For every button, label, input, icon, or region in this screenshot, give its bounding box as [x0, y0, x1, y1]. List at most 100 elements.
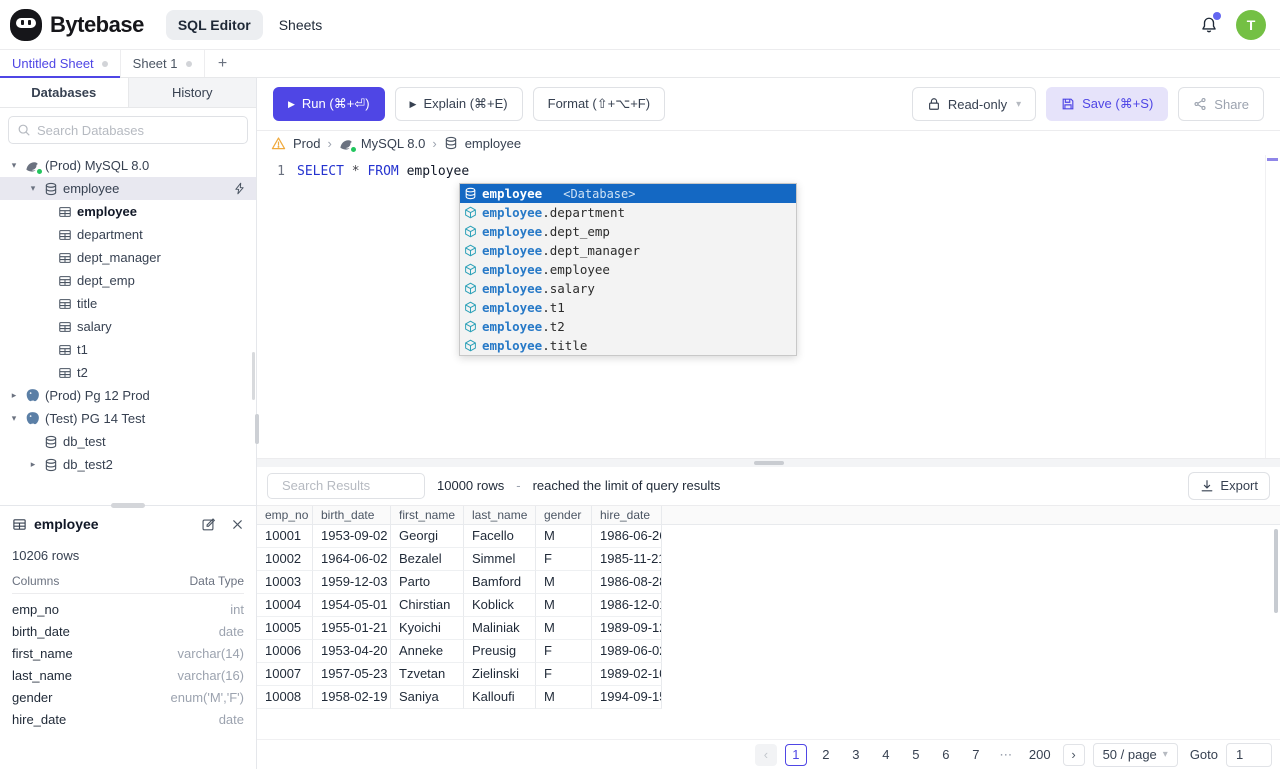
caret-right-icon[interactable]: ▸ [8, 390, 20, 401]
tree-table-salary[interactable]: salary [0, 315, 256, 338]
sql-editor[interactable]: 1 SELECT * FROM employee employee <Datab… [257, 155, 1280, 458]
database-icon [45, 458, 57, 471]
tree-table-t2[interactable]: t2 [0, 361, 256, 384]
tree-database-db-test2[interactable]: ▸ db_test2 [0, 453, 256, 476]
caret-down-icon[interactable]: ▾ [27, 183, 39, 194]
table-row[interactable]: 10005 1955-01-21 Kyoichi Maliniak M 1989… [257, 616, 1280, 640]
close-icon[interactable] [231, 518, 244, 531]
column-type: date [218, 623, 244, 639]
tree-table-dept-emp[interactable]: dept_emp [0, 269, 256, 292]
page-button[interactable]: 3 [845, 744, 867, 766]
nav-sql-editor[interactable]: SQL Editor [165, 9, 263, 40]
page-button-current[interactable]: 1 [784, 743, 807, 766]
tab-label: Sheet 1 [132, 56, 178, 71]
search-databases-input[interactable] [37, 122, 239, 138]
avatar[interactable]: T [1236, 9, 1266, 40]
caret-right-icon[interactable]: ▸ [27, 459, 39, 470]
autocomplete-detail: <Database> [563, 186, 636, 201]
notification-bell-icon[interactable] [1200, 11, 1221, 34]
column-header[interactable]: birth_date [313, 505, 391, 524]
autocomplete-item[interactable]: employee.salary [460, 279, 796, 298]
autocomplete-item[interactable]: employee.department [460, 203, 796, 222]
column-header[interactable]: last_name [464, 505, 536, 524]
tree-instance-pg12[interactable]: ▸ (Prod) Pg 12 Prod [0, 384, 256, 407]
table-row[interactable]: 10003 1959-12-03 Parto Bamford M 1986-08… [257, 570, 1280, 594]
tab-history[interactable]: History [129, 78, 257, 107]
column-header[interactable]: hire_date [592, 505, 662, 524]
tree-database-db-test[interactable]: db_test [0, 430, 256, 453]
caret-down-icon[interactable]: ▾ [8, 413, 20, 424]
page-ellipsis[interactable]: ⋯ [995, 744, 1017, 766]
table-row[interactable]: 10008 1958-02-19 Saniya Kalloufi M 1994-… [257, 685, 1280, 709]
tree-table-department[interactable]: department [0, 223, 256, 246]
bytebase-logo[interactable]: Bytebase [10, 8, 144, 41]
tree-instance-mysql[interactable]: ▾ (Prod) MySQL 8.0 [0, 154, 256, 177]
table-row[interactable]: 10001 1953-09-02 Georgi Facello M 1986-0… [257, 524, 1280, 548]
autocomplete-item[interactable]: employee.dept_emp [460, 222, 796, 241]
column-header[interactable]: emp_no [257, 505, 313, 524]
tree-table-title[interactable]: title [0, 292, 256, 315]
result-row-count: 10000 rows [437, 478, 505, 493]
schema-column-row: first_name varchar(14) [12, 642, 244, 664]
explain-button[interactable]: ▶ Explain (⌘+E) [394, 87, 523, 121]
autocomplete-item[interactable]: employee.employee [460, 260, 796, 279]
tree-table-employee[interactable]: employee [0, 200, 256, 223]
breadcrumb-instance[interactable]: MySQL 8.0 [361, 136, 426, 151]
results-search[interactable] [267, 472, 458, 499]
cell-emp-no: 10002 [257, 547, 313, 571]
tree-instance-pg14[interactable]: ▾ (Test) PG 14 Test [0, 407, 256, 430]
table-row[interactable]: 10006 1953-04-20 Anneke Preusig F 1989-0… [257, 639, 1280, 663]
page-button[interactable]: 5 [905, 744, 927, 766]
tree-table-dept-manager[interactable]: dept_manager [0, 246, 256, 269]
search-results-input[interactable] [282, 478, 458, 493]
autocomplete-item[interactable]: employee.title [460, 336, 796, 355]
page-button[interactable]: 4 [875, 744, 897, 766]
tree-table-t1[interactable]: t1 [0, 338, 256, 361]
page-button[interactable]: 6 [935, 744, 957, 766]
table-icon [59, 298, 71, 309]
table-row[interactable]: 10004 1954-05-01 Chirstian Koblick M 198… [257, 593, 1280, 617]
bolt-icon[interactable] [233, 182, 246, 195]
edit-icon[interactable] [201, 517, 216, 532]
run-button[interactable]: ▶ Run (⌘+⏎) [273, 87, 385, 121]
page-button[interactable]: 2 [815, 744, 837, 766]
autocomplete-item-selected[interactable]: employee <Database> [460, 184, 796, 203]
add-sheet-button[interactable]: + [205, 50, 241, 77]
notification-dot [1213, 11, 1221, 20]
prev-page-button[interactable]: ‹ [754, 743, 777, 766]
readonly-mode-select[interactable]: Read-only ▾ [911, 87, 1037, 121]
tree-database-employee[interactable]: ▾ employee [0, 177, 256, 200]
column-name: emp_no [12, 601, 59, 617]
sidebar-resize-handle[interactable] [255, 414, 259, 444]
next-page-button[interactable]: › [1062, 743, 1085, 766]
autocomplete-item[interactable]: employee.dept_manager [460, 241, 796, 260]
export-button[interactable]: Export [1188, 471, 1270, 500]
page-button-last[interactable]: 200 [1025, 744, 1055, 766]
breadcrumb-environment[interactable]: Prod [293, 136, 320, 151]
goto-page-input[interactable] [1226, 742, 1272, 767]
format-button[interactable]: Format (⇧+⌥+F) [532, 87, 666, 121]
tab-sheet-1[interactable]: Sheet 1 [121, 50, 205, 77]
table-row[interactable]: 10007 1957-05-23 Tzvetan Zielinski F 198… [257, 662, 1280, 686]
database-search[interactable] [8, 116, 248, 144]
page-button[interactable]: 7 [965, 744, 987, 766]
column-header[interactable]: gender [536, 505, 592, 524]
panel-splitter[interactable] [257, 457, 1280, 467]
grid-scrollbar[interactable] [1274, 528, 1278, 613]
breadcrumb-database[interactable]: employee [465, 136, 521, 151]
cell-last-name: Bamford [464, 570, 536, 594]
share-button[interactable]: Share [1178, 87, 1264, 121]
splitter-handle[interactable] [753, 460, 784, 465]
autocomplete-item[interactable]: employee.t1 [460, 298, 796, 317]
tab-databases[interactable]: Databases [0, 78, 129, 107]
tree-scrollbar[interactable] [252, 352, 255, 400]
autocomplete-item[interactable]: employee.t2 [460, 317, 796, 336]
nav-sheets[interactable]: Sheets [267, 10, 335, 40]
column-header[interactable]: first_name [391, 505, 464, 524]
tab-untitled-sheet[interactable]: Untitled Sheet [0, 50, 121, 78]
table-row[interactable]: 10002 1964-06-02 Bezalel Simmel F 1985-1… [257, 547, 1280, 571]
panel-drag-handle[interactable] [111, 503, 145, 508]
save-button[interactable]: Save (⌘+S) [1046, 87, 1169, 121]
caret-down-icon[interactable]: ▾ [8, 160, 20, 171]
page-size-select[interactable]: 50 / page ▾ [1092, 742, 1178, 767]
